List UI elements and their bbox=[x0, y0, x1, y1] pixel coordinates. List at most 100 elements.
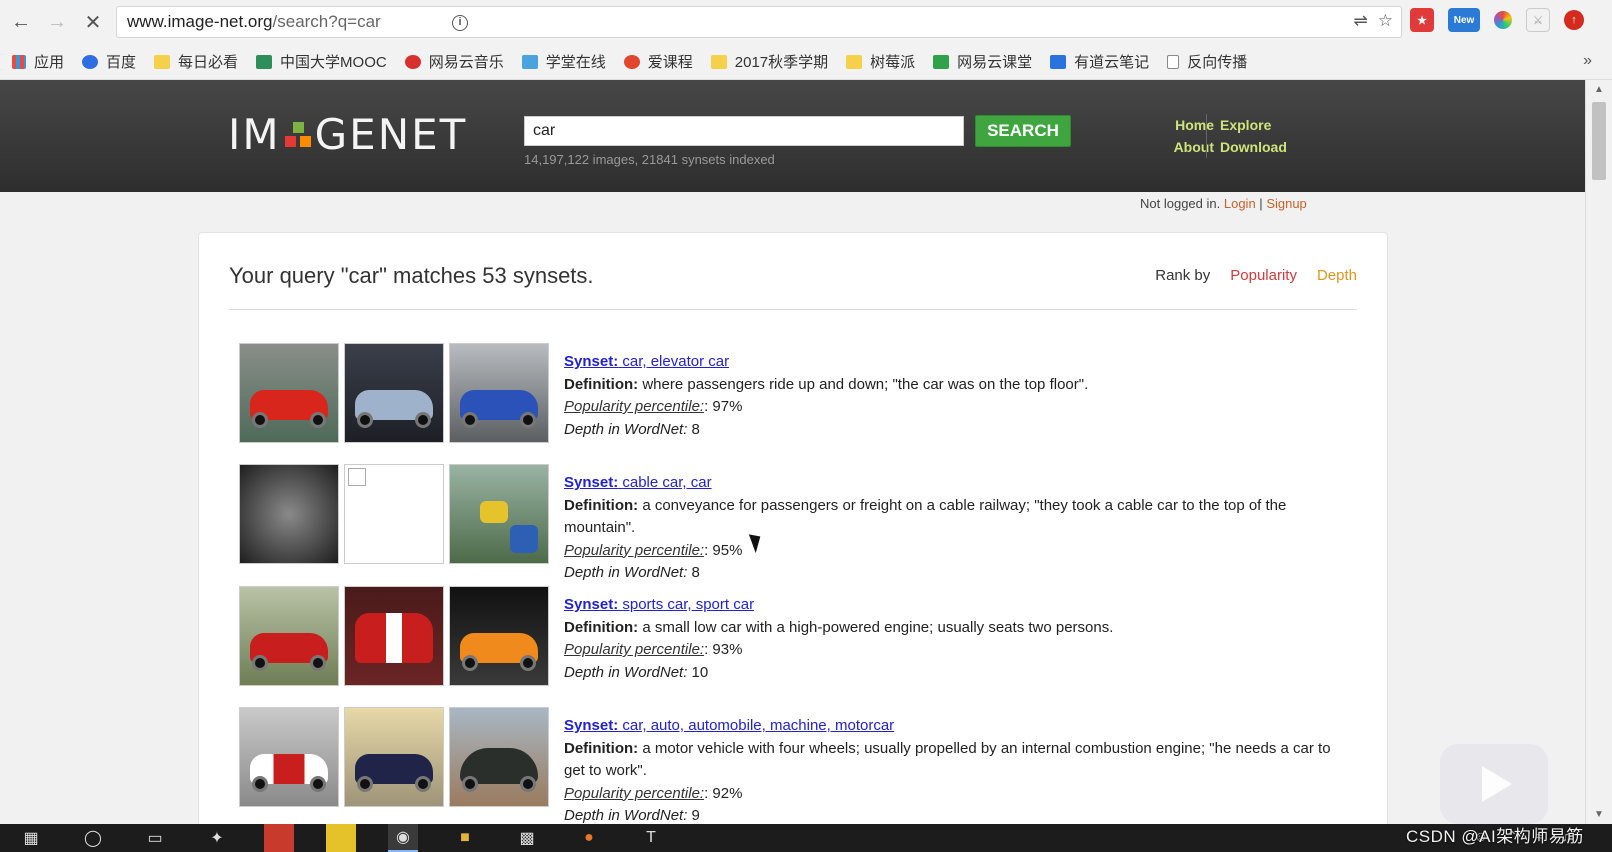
extension-color-icon[interactable] bbox=[1494, 11, 1512, 29]
rank-depth-link[interactable]: Depth bbox=[1317, 267, 1357, 284]
signup-link[interactable]: Signup bbox=[1266, 196, 1306, 211]
translate-icon[interactable]: ⇌ bbox=[1354, 11, 1368, 31]
nav-download-link[interactable]: Download bbox=[1220, 136, 1287, 158]
result-thumbnail[interactable] bbox=[344, 707, 444, 807]
folder-icon bbox=[846, 54, 863, 69]
extension-new-icon[interactable]: New bbox=[1448, 8, 1480, 32]
bookmark-backprop[interactable]: 反向传播 bbox=[1167, 51, 1247, 72]
typora-app-icon[interactable]: T bbox=[636, 824, 666, 852]
taskbar-app-icon[interactable]: ✦ bbox=[202, 824, 232, 852]
bookmark-semester[interactable]: 2017秋季学期 bbox=[710, 51, 828, 72]
bookmark-raspberry[interactable]: 树莓派 bbox=[846, 51, 915, 72]
results-panel: Your query "car" matches 53 synsets. Ran… bbox=[198, 232, 1388, 852]
popularity-percentile-link[interactable]: Popularity percentile: bbox=[564, 641, 704, 658]
scroll-up-arrow-icon[interactable]: ▲ bbox=[1594, 84, 1604, 95]
imagenet-logo[interactable]: IM GENET bbox=[228, 110, 467, 159]
network-app-icon[interactable]: ▩ bbox=[512, 824, 542, 852]
rank-popularity-link[interactable]: Popularity bbox=[1230, 267, 1297, 284]
scroll-thumb[interactable] bbox=[1592, 102, 1606, 180]
result-thumbnail[interactable] bbox=[449, 343, 549, 443]
url-text: www.image-net.org/search?q=car bbox=[127, 12, 381, 31]
synset-link[interactable]: Synset: cable car, car bbox=[564, 474, 712, 491]
bookmarks-more-button[interactable]: » bbox=[1583, 52, 1592, 70]
nav-divider bbox=[1206, 114, 1207, 158]
video-play-overlay-icon[interactable] bbox=[1440, 744, 1548, 824]
nav-explore-link[interactable]: Explore bbox=[1220, 114, 1287, 136]
synset-link[interactable]: Synset: sports car, sport car bbox=[564, 596, 754, 613]
page-icon bbox=[1167, 54, 1180, 69]
result-thumbnail[interactable] bbox=[239, 464, 339, 564]
mooc-icon bbox=[256, 54, 273, 69]
result-thumbnail[interactable] bbox=[239, 586, 339, 686]
broken-image-icon bbox=[348, 468, 366, 486]
popularity-percentile-link[interactable]: Popularity percentile: bbox=[564, 398, 704, 415]
page-scrollbar[interactable]: ▲ ▼ bbox=[1585, 80, 1612, 824]
result-thumbnail[interactable] bbox=[344, 586, 444, 686]
task-view-icon[interactable]: ▭ bbox=[140, 824, 170, 852]
result-info: Synset: car, auto, automobile, machine, … bbox=[564, 717, 1331, 824]
file-explorer-icon[interactable]: ■ bbox=[450, 824, 480, 852]
bookmark-netease-music[interactable]: 网易云音乐 bbox=[404, 51, 504, 72]
browser-toolbar: ← → ✕ i www.image-net.org/search?q=car ⇌… bbox=[0, 0, 1612, 44]
popularity-percentile-link[interactable]: Popularity percentile: bbox=[564, 542, 704, 559]
site-info-icon[interactable]: i bbox=[452, 15, 468, 31]
result-info: Synset: sports car, sport car Definition… bbox=[564, 596, 1114, 681]
nav-home-link[interactable]: Home bbox=[1174, 114, 1214, 136]
windows-start-icon[interactable]: ▦ bbox=[16, 824, 46, 852]
site-header: IM GENET SEARCH 14,197,122 images, 21841… bbox=[0, 80, 1585, 192]
extension-red-icon[interactable]: ★ bbox=[1410, 8, 1434, 32]
result-thumbnail[interactable] bbox=[239, 343, 339, 443]
bookmark-youdao-note[interactable]: 有道云笔记 bbox=[1050, 51, 1149, 72]
broken-image-thumbnail[interactable] bbox=[344, 464, 444, 564]
bookmark-star-icon[interactable]: ☆ bbox=[1378, 11, 1393, 31]
scroll-down-arrow-icon[interactable]: ▼ bbox=[1594, 809, 1604, 820]
rank-by: Rank by Popularity Depth bbox=[1155, 267, 1357, 284]
search-button[interactable]: SEARCH bbox=[975, 115, 1071, 147]
netease-music-icon bbox=[404, 54, 421, 69]
result-thumbnail[interactable] bbox=[449, 707, 549, 807]
folder-icon bbox=[710, 54, 727, 69]
result-thumbnail[interactable] bbox=[344, 343, 444, 443]
address-bar[interactable]: i www.image-net.org/search?q=car ⇌ ☆ bbox=[116, 6, 1402, 38]
bookmark-daily[interactable]: 每日必看 bbox=[154, 51, 238, 72]
bookmarks-bar: 应用 百度 每日必看 中国大学MOOC 网易云音乐 学堂在线 爱课程 2017秋… bbox=[0, 44, 1612, 80]
bookmark-icourse[interactable]: 爱课程 bbox=[623, 51, 693, 72]
popularity-percentile-link[interactable]: Popularity percentile: bbox=[564, 785, 704, 802]
game-app-icon[interactable]: ● bbox=[574, 824, 604, 852]
bookmark-xuetang[interactable]: 学堂在线 bbox=[521, 51, 606, 72]
result-info: Synset: cable car, car Definition: a con… bbox=[564, 474, 1287, 581]
bookmark-mooc[interactable]: 中国大学MOOC bbox=[256, 51, 387, 72]
stop-loading-icon[interactable]: ✕ bbox=[78, 7, 108, 37]
synset-link[interactable]: Synset: car, auto, automobile, machine, … bbox=[564, 717, 894, 734]
csdn-watermark: CSDN @AI架构师易筋 bbox=[1406, 827, 1584, 846]
taskbar: ▦ ◯ ▭ ✦ ◉ ■ ▩ ● T ☺ ⌃ ≈ ♫ bbox=[0, 824, 1612, 852]
search-input[interactable] bbox=[524, 116, 964, 146]
result-thumbnail[interactable] bbox=[449, 586, 549, 686]
result-thumbnail[interactable] bbox=[239, 707, 339, 807]
auth-status: Not logged in. Login | Signup bbox=[1140, 196, 1307, 211]
xuetang-icon bbox=[521, 54, 538, 69]
bookmark-apps[interactable]: 应用 bbox=[12, 51, 64, 72]
forward-arrow-icon[interactable]: → bbox=[42, 7, 72, 37]
back-arrow-icon[interactable]: ← bbox=[6, 7, 36, 37]
logo-blocks-icon bbox=[283, 118, 313, 152]
bookmark-netease-class[interactable]: 网易云课堂 bbox=[933, 51, 1032, 72]
bookmark-baidu[interactable]: 百度 bbox=[82, 51, 136, 72]
login-link[interactable]: Login bbox=[1224, 196, 1256, 211]
nav-about-link[interactable]: About bbox=[1174, 136, 1214, 158]
extension-upload-icon[interactable]: ↑ bbox=[1564, 10, 1584, 30]
youdao-app-icon[interactable] bbox=[264, 824, 294, 852]
result-info: Synset: car, elevator car Definition: wh… bbox=[564, 353, 1089, 438]
result-thumbnail[interactable] bbox=[449, 464, 549, 564]
folder-icon bbox=[154, 54, 171, 69]
chrome-app-icon[interactable]: ◉ bbox=[388, 824, 418, 852]
netease-class-icon bbox=[933, 54, 950, 69]
youdao-note-icon bbox=[1050, 54, 1067, 69]
extension-shield-icon[interactable]: ⚔ bbox=[1526, 8, 1550, 32]
baidu-paw-icon bbox=[82, 54, 99, 69]
media-app-icon[interactable] bbox=[326, 824, 356, 852]
apps-grid-icon bbox=[12, 54, 26, 69]
search-icon[interactable]: ◯ bbox=[78, 824, 108, 852]
query-title: Your query "car" matches 53 synsets. bbox=[229, 263, 594, 288]
synset-link[interactable]: Synset: car, elevator car bbox=[564, 353, 729, 370]
